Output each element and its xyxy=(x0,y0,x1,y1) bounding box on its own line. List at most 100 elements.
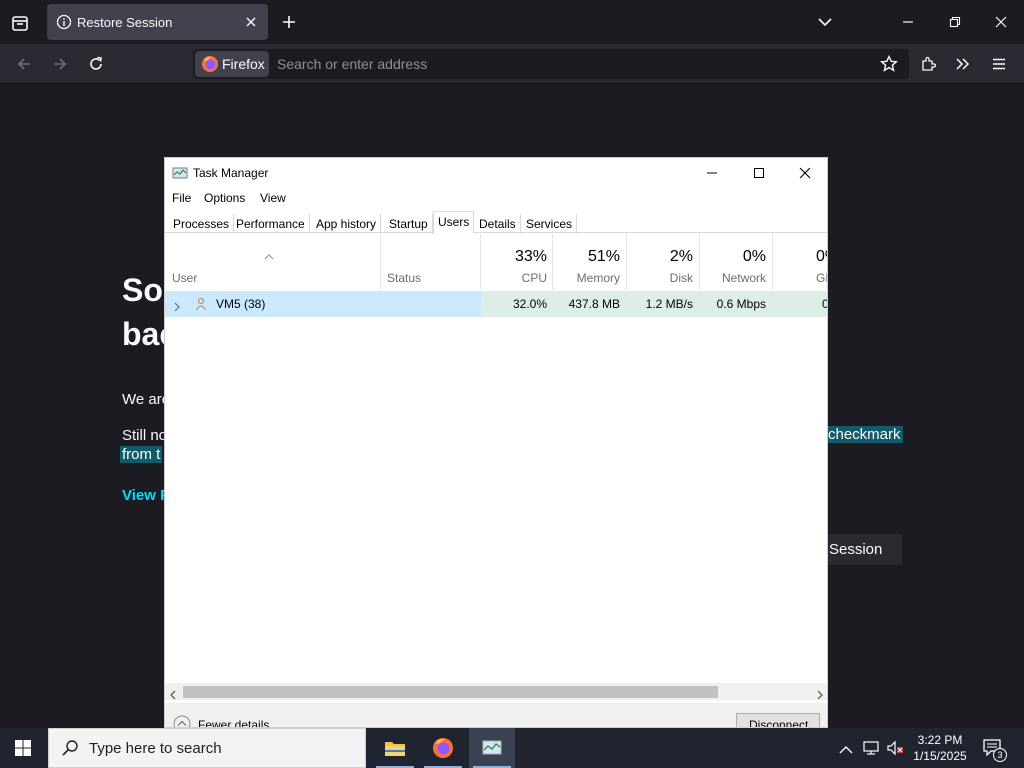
row-disk: 1.2 MB/s xyxy=(645,297,693,311)
firefox-view-icon[interactable] xyxy=(8,11,32,35)
col-header-disk-percent[interactable]: 2% xyxy=(627,248,693,266)
row-cpu: 32.0% xyxy=(512,297,547,311)
view-link[interactable]: View F xyxy=(122,487,169,504)
tab-users[interactable]: Users xyxy=(433,211,475,234)
task-manager-title: Task Manager xyxy=(193,166,269,180)
page-paragraph-1: We are xyxy=(122,391,171,408)
tab-title: Restore Session xyxy=(77,15,173,30)
forward-icon[interactable] xyxy=(50,54,70,74)
close-window-icon[interactable] xyxy=(991,12,1011,32)
tm-close-icon[interactable] xyxy=(799,166,817,182)
windows-start-icon[interactable] xyxy=(14,739,32,757)
taskbar-firefox[interactable] xyxy=(420,728,466,768)
firefox-logo-icon xyxy=(201,55,219,73)
col-header-memory-percent[interactable]: 51% xyxy=(553,248,620,266)
extensions-icon[interactable] xyxy=(918,54,938,74)
horizontal-scrollbar[interactable] xyxy=(165,683,827,700)
fewer-details-icon[interactable] xyxy=(173,715,191,727)
highlight-text-right: checkmark xyxy=(826,426,903,443)
tab-performance[interactable]: Performance xyxy=(232,214,310,234)
task-manager-footer: Fewer details Disconnect xyxy=(165,703,827,728)
reload-icon[interactable] xyxy=(86,54,106,74)
firefox-identity-badge[interactable]: Firefox xyxy=(195,51,269,77)
hamburger-menu-icon[interactable] xyxy=(989,54,1009,74)
menu-options[interactable]: Options xyxy=(204,191,245,205)
col-header-network-percent[interactable]: 0% xyxy=(700,248,766,266)
col-header-cpu-percent[interactable]: 33% xyxy=(481,248,547,266)
url-placeholder: Search or enter address xyxy=(277,56,428,72)
col-header-status[interactable]: Status xyxy=(387,271,421,285)
row-network: 0.6 Mbps xyxy=(716,297,766,311)
menu-file[interactable]: File xyxy=(172,191,191,205)
scroll-right-icon[interactable] xyxy=(817,687,825,700)
info-icon xyxy=(56,14,72,30)
page-paragraph-2-line2: from t xyxy=(120,446,163,463)
back-icon[interactable] xyxy=(14,54,34,74)
close-tab-icon[interactable] xyxy=(243,14,259,30)
firefox-tab-bar: Restore Session xyxy=(0,0,1024,44)
url-bar[interactable]: Firefox Search or enter address xyxy=(193,49,909,79)
scroll-left-icon[interactable] xyxy=(170,687,178,700)
col-header-disk[interactable]: Disk xyxy=(627,271,693,285)
clock-time: 3:22 PM xyxy=(917,733,963,747)
page-paragraph-2-right: checkmark xyxy=(826,426,903,443)
taskbar-task-manager[interactable] xyxy=(469,728,515,768)
row-memory: 437.8 MB xyxy=(568,297,620,311)
taskbar-file-explorer[interactable] xyxy=(372,728,418,768)
scrollbar-thumb[interactable] xyxy=(183,686,718,698)
firefox-brand-label: Firefox xyxy=(222,56,265,72)
volume-muted-icon[interactable] xyxy=(886,740,904,756)
menu-view[interactable]: View xyxy=(260,191,286,205)
search-placeholder: Type here to search xyxy=(89,740,222,757)
column-divider xyxy=(380,234,381,290)
col-header-gpu[interactable]: GPU xyxy=(816,271,827,285)
col-header-gpu-percent[interactable]: 0% xyxy=(816,248,827,266)
tm-minimize-icon[interactable] xyxy=(706,166,724,182)
overflow-menu-icon[interactable] xyxy=(953,54,973,74)
task-manager-window: Task Manager File Options View Processes… xyxy=(164,157,828,728)
tab-app-history[interactable]: App history xyxy=(312,214,382,234)
bookmark-star-icon[interactable] xyxy=(879,54,899,74)
search-icon xyxy=(61,739,79,757)
restore-session-label: Session xyxy=(829,541,883,558)
row-gpu: 0% xyxy=(822,297,827,311)
tab-restore-session[interactable]: Restore Session xyxy=(47,4,268,40)
show-hidden-icons-chevron-icon[interactable] xyxy=(839,742,853,754)
firefox-nav-bar: Firefox Search or enter address xyxy=(0,44,1024,84)
taskbar: Type here to search 3:22 PM 1/15/2025 3 xyxy=(0,728,1024,768)
users-table-header: User Status 33% CPU 51% Memory 2% Disk 0… xyxy=(165,234,827,290)
notification-count-badge: 3 xyxy=(993,748,1007,762)
list-all-tabs-icon[interactable] xyxy=(815,12,835,32)
table-row[interactable]: VM5 (38) 32.0% 437.8 MB 1.2 MB/s 0.6 Mbp… xyxy=(165,291,827,317)
tab-startup[interactable]: Startup xyxy=(385,214,433,234)
fewer-details-link[interactable]: Fewer details xyxy=(198,718,269,727)
col-header-memory[interactable]: Memory xyxy=(553,271,620,285)
col-header-network[interactable]: Network xyxy=(700,271,766,285)
task-manager-icon xyxy=(481,737,503,759)
taskbar-search-box[interactable]: Type here to search xyxy=(48,728,366,768)
user-icon xyxy=(195,297,207,311)
tm-maximize-icon[interactable] xyxy=(753,166,771,182)
tab-services[interactable]: Services xyxy=(522,214,578,234)
new-tab-icon[interactable] xyxy=(279,12,299,32)
tab-processes[interactable]: Processes xyxy=(169,214,235,234)
col-header-cpu[interactable]: CPU xyxy=(481,271,547,285)
restore-window-icon[interactable] xyxy=(945,12,965,32)
task-manager-tabs: Processes Performance App history Startu… xyxy=(165,211,827,234)
network-icon[interactable] xyxy=(862,740,880,756)
task-manager-icon xyxy=(172,165,188,181)
highlight-text: from t xyxy=(120,446,163,463)
col-header-user[interactable]: User xyxy=(172,271,197,285)
expand-chevron-icon[interactable] xyxy=(174,299,182,312)
row-user: VM5 (38) xyxy=(216,297,266,311)
column-divider xyxy=(772,234,773,290)
firefox-logo-icon xyxy=(432,737,454,759)
minimize-window-icon[interactable] xyxy=(898,12,918,32)
folder-icon xyxy=(384,738,406,758)
disconnect-button[interactable]: Disconnect xyxy=(736,713,820,728)
clock-date: 1/15/2025 xyxy=(913,749,967,763)
sort-ascending-icon[interactable] xyxy=(264,247,274,260)
taskbar-clock[interactable]: 3:22 PM 1/15/2025 xyxy=(905,732,975,764)
tab-details[interactable]: Details xyxy=(475,214,521,234)
disconnect-label: Disconnect xyxy=(749,718,809,728)
